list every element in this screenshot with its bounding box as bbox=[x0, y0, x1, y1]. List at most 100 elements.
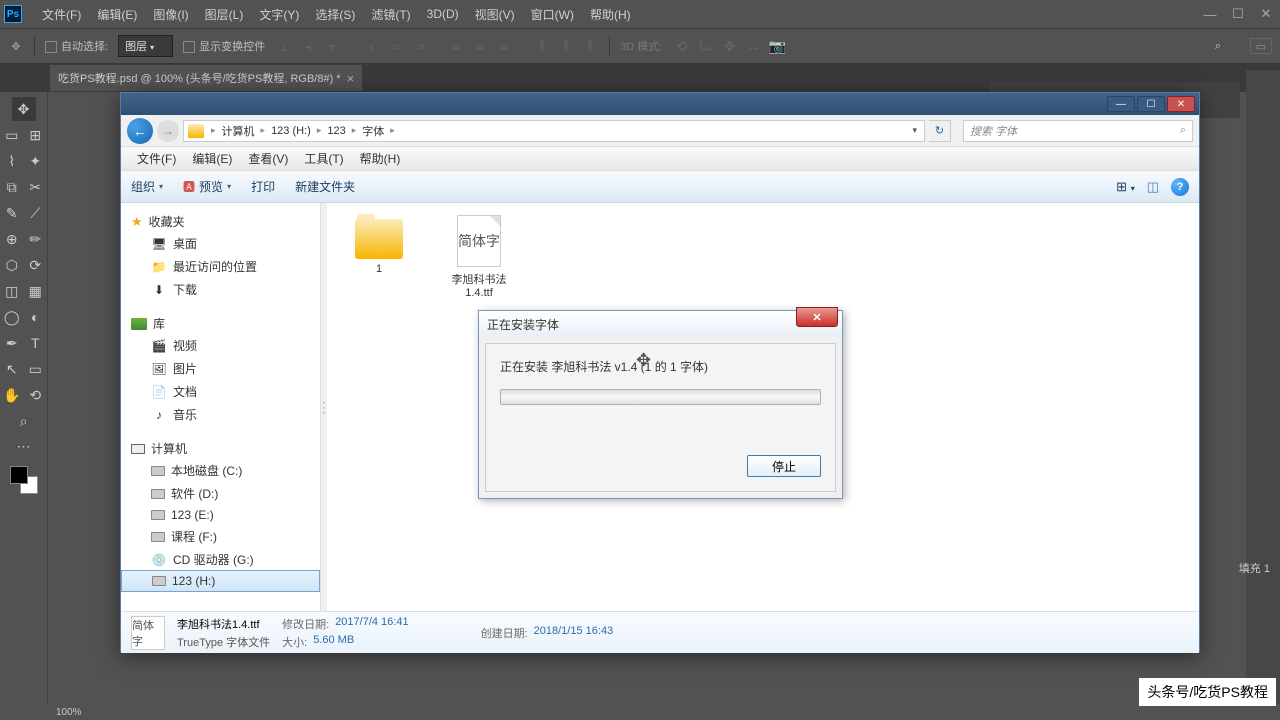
exp-menu-tools[interactable]: 工具(T) bbox=[296, 150, 351, 167]
menu-select[interactable]: 选择(S) bbox=[307, 2, 363, 27]
menu-file[interactable]: 文件(F) bbox=[34, 2, 89, 27]
menu-layer[interactable]: 图层(L) bbox=[197, 2, 252, 27]
ps-minimize-icon[interactable]: — bbox=[1196, 4, 1224, 24]
dist4-icon[interactable]: ⦀ bbox=[533, 37, 551, 55]
sidebar-item-c[interactable]: 本地磁盘 (C:) bbox=[121, 459, 320, 482]
sidebar-item-recent[interactable]: 📁最近访问的位置 bbox=[121, 255, 320, 278]
sidebar-item-e[interactable]: 123 (E:) bbox=[121, 505, 320, 525]
exp-menu-help[interactable]: 帮助(H) bbox=[352, 150, 409, 167]
gradient-tool[interactable]: ▦ bbox=[24, 279, 48, 303]
file-folder-1[interactable]: 1 bbox=[339, 215, 419, 275]
nav-back-icon[interactable]: ← bbox=[127, 118, 153, 144]
workspace-icon[interactable]: ▭ bbox=[1250, 38, 1272, 54]
search-icon[interactable]: ⌕ bbox=[1208, 36, 1228, 56]
dist1-icon[interactable]: ≡ bbox=[447, 37, 465, 55]
exp-menu-view[interactable]: 查看(V) bbox=[240, 150, 296, 167]
breadcrumb[interactable]: ▸ 计算机▸ 123 (H:)▸ 123▸ 字体▸ ▾ bbox=[183, 120, 925, 142]
heal-tool[interactable]: ⊕ bbox=[0, 227, 24, 251]
rotate-tool[interactable]: ⟲ bbox=[24, 383, 48, 407]
exp-maximize-icon[interactable]: ☐ bbox=[1137, 96, 1165, 112]
show-transform-checkbox[interactable]: 显示变换控件 bbox=[183, 38, 265, 54]
sidebar-item-desktop[interactable]: 🖥桌面 bbox=[121, 232, 320, 255]
brush-tool[interactable]: ✏ bbox=[24, 227, 48, 251]
ps-maximize-icon[interactable]: ☐ bbox=[1224, 4, 1252, 24]
shape-tool[interactable]: ▭ bbox=[24, 357, 48, 381]
3d-cam-icon[interactable]: 📷 bbox=[768, 37, 786, 55]
dialog-close-icon[interactable]: ✕ bbox=[796, 307, 838, 327]
align-vcenter-icon[interactable]: ⫞ bbox=[299, 37, 317, 55]
organize-button[interactable]: 组织▾ bbox=[131, 178, 163, 195]
align-right-icon[interactable]: ⫥ bbox=[409, 37, 427, 55]
menu-image[interactable]: 图像(I) bbox=[145, 2, 196, 27]
nav-forward-icon[interactable]: → bbox=[157, 120, 179, 142]
move-tool[interactable]: ✥ bbox=[12, 97, 36, 121]
collapsed-panels[interactable] bbox=[1246, 70, 1280, 704]
auto-select-checkbox[interactable]: 自动选择: bbox=[45, 38, 108, 54]
align-bottom-icon[interactable]: ⫟ bbox=[323, 37, 341, 55]
3d-slide-icon[interactable]: ↔ bbox=[744, 37, 762, 55]
zoom-level[interactable]: 100% bbox=[56, 707, 82, 718]
align-top-icon[interactable]: ⫠ bbox=[275, 37, 293, 55]
edit-toolbar[interactable]: ⋯ bbox=[12, 434, 36, 458]
file-ttf[interactable]: 简体字 李旭科书法1.4.ttf bbox=[439, 215, 519, 299]
layer-dropdown[interactable]: 图层 ▾ bbox=[118, 35, 173, 57]
sidebar-item-h[interactable]: 123 (H:) bbox=[121, 570, 320, 592]
sidebar-item-downloads[interactable]: ⬇下载 bbox=[121, 278, 320, 301]
refresh-icon[interactable]: ↻ bbox=[929, 120, 951, 142]
search-input[interactable]: 搜索 字体 ⌕ bbox=[963, 120, 1193, 142]
zoom-tool[interactable]: ⌕ bbox=[12, 409, 36, 433]
sidebar-favorites-header[interactable]: ★收藏夹 bbox=[121, 211, 320, 232]
wand-tool[interactable]: ✦ bbox=[24, 149, 48, 173]
explorer-titlebar[interactable]: — ☐ ✕ bbox=[121, 93, 1199, 115]
sidebar-item-pictures[interactable]: 🖼图片 bbox=[121, 357, 320, 380]
3d-roll-icon[interactable]: ⤿ bbox=[696, 37, 714, 55]
sidebar-item-f[interactable]: 课程 (F:) bbox=[121, 525, 320, 548]
crop-tool[interactable]: ⧉ bbox=[0, 175, 24, 199]
type-tool[interactable]: T bbox=[24, 331, 48, 355]
3d-orbit-icon[interactable]: ⟲ bbox=[672, 37, 690, 55]
dodge-tool[interactable]: ◐ bbox=[24, 305, 48, 329]
slice-tool[interactable]: ✂ bbox=[24, 175, 48, 199]
ps-close-icon[interactable]: ✕ bbox=[1252, 4, 1280, 24]
stamp-tool[interactable]: ⬡ bbox=[0, 253, 24, 277]
blur-tool[interactable]: ◯ bbox=[0, 305, 24, 329]
sidebar-item-videos[interactable]: 🎬视频 bbox=[121, 334, 320, 357]
dist3-icon[interactable]: ≡ bbox=[495, 37, 513, 55]
eyedrop-tool[interactable]: ✎ bbox=[0, 201, 24, 225]
exp-minimize-icon[interactable]: — bbox=[1107, 96, 1135, 112]
sidebar-item-g[interactable]: 💿CD 驱动器 (G:) bbox=[121, 548, 320, 571]
artboard-tool[interactable]: ⊞ bbox=[24, 123, 48, 147]
menu-filter[interactable]: 滤镜(T) bbox=[363, 2, 418, 27]
path-tool[interactable]: ↖ bbox=[0, 357, 24, 381]
sidebar-item-d[interactable]: 软件 (D:) bbox=[121, 482, 320, 505]
print-button[interactable]: 打印 bbox=[251, 178, 275, 195]
newfolder-button[interactable]: 新建文件夹 bbox=[295, 178, 355, 195]
sidebar-item-documents[interactable]: 📄文档 bbox=[121, 380, 320, 403]
3d-pan-icon[interactable]: ✥ bbox=[720, 37, 738, 55]
hand-tool[interactable]: ✋ bbox=[0, 383, 24, 407]
help-icon[interactable]: ? bbox=[1171, 178, 1189, 196]
ruler-tool[interactable]: ⟋ bbox=[24, 201, 48, 225]
stop-button[interactable]: 停止 bbox=[747, 455, 821, 477]
menu-window[interactable]: 窗口(W) bbox=[523, 2, 582, 27]
dist5-icon[interactable]: ⦀ bbox=[557, 37, 575, 55]
exp-menu-file[interactable]: 文件(F) bbox=[129, 150, 184, 167]
document-tab[interactable]: 吃货PS教程.psd @ 100% (头条号/吃货PS教程, RGB/8#) *… bbox=[50, 65, 362, 91]
menu-edit[interactable]: 编辑(E) bbox=[89, 2, 145, 27]
preview-pane-icon[interactable]: ◫ bbox=[1147, 179, 1159, 195]
pen-tool[interactable]: ✒ bbox=[0, 331, 24, 355]
menu-type[interactable]: 文字(Y) bbox=[251, 2, 307, 27]
lasso-tool[interactable]: ⌇ bbox=[0, 149, 24, 173]
dialog-title[interactable]: 正在安装字体 ✕ bbox=[479, 311, 842, 337]
marquee-tool[interactable]: ▭ bbox=[0, 123, 24, 147]
menu-help[interactable]: 帮助(H) bbox=[582, 2, 639, 27]
color-swatch[interactable] bbox=[10, 466, 38, 494]
menu-3d[interactable]: 3D(D) bbox=[419, 3, 467, 25]
dist2-icon[interactable]: ≡ bbox=[471, 37, 489, 55]
sidebar-libraries-header[interactable]: 库 bbox=[121, 313, 320, 334]
history-brush[interactable]: ⟳ bbox=[24, 253, 48, 277]
dist6-icon[interactable]: ⦀ bbox=[581, 37, 599, 55]
sidebar-item-music[interactable]: ♪音乐 bbox=[121, 403, 320, 426]
eraser-tool[interactable]: ◫ bbox=[0, 279, 24, 303]
sidebar-computer-header[interactable]: 计算机 bbox=[121, 438, 320, 459]
